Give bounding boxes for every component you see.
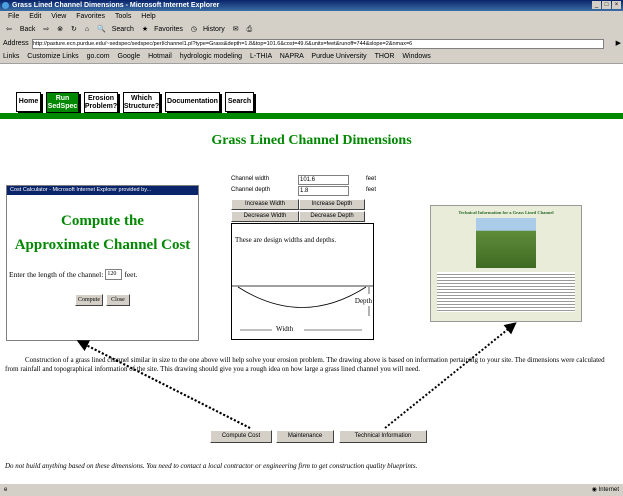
body-paragraph: Construction of a grass lined channel si… xyxy=(5,356,605,373)
zone-label: Internet xyxy=(598,487,619,493)
compute-cost-button[interactable]: Compute Cost xyxy=(210,430,272,443)
page-icon: e xyxy=(4,487,8,493)
zone-indicator: ◉ Internet xyxy=(591,487,619,493)
technical-information-button[interactable]: Technical Information xyxy=(339,430,427,443)
status-bar: e ◉ Internet xyxy=(0,483,623,496)
disclaimer: Do not build anything based on these dim… xyxy=(5,462,418,470)
dotted-arrows xyxy=(76,322,517,429)
maintenance-button[interactable]: Maintenance xyxy=(276,430,334,443)
